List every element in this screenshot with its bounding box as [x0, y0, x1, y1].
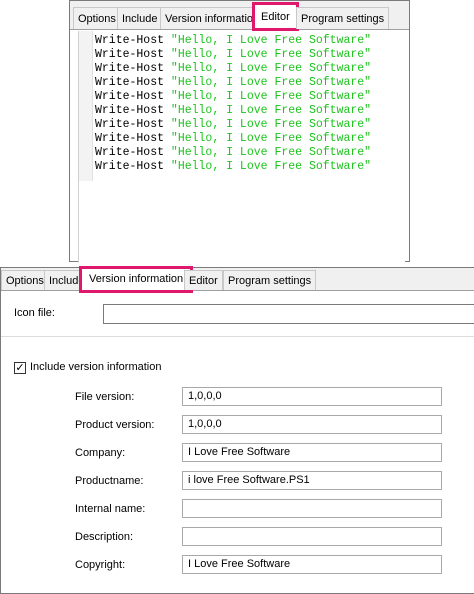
description-input[interactable] [182, 527, 442, 546]
tab-version-information[interactable]: Version information [160, 7, 265, 29]
include-version-checkbox[interactable]: ✓ [14, 362, 26, 374]
code-editor[interactable]: Write-Host "Hello, I Love Free Software"… [78, 31, 405, 263]
code-line: Write-Host "Hello, I Love Free Software" [95, 34, 372, 47]
version-info-window: Options Include Version information Edit… [0, 266, 474, 594]
copyright-label: Copyright: [75, 559, 126, 571]
icon-file-input[interactable] [103, 304, 474, 324]
editor-gutter [79, 31, 93, 181]
tab-program-settings[interactable]: Program settings [296, 7, 390, 29]
file-version-label: File version: [75, 391, 135, 403]
productname-label: Productname: [75, 475, 144, 487]
product-version-label: Product version: [75, 419, 155, 431]
tab-options[interactable]: Options [1, 270, 49, 290]
include-version-label: Include version information [30, 361, 162, 373]
code-line: Write-Host "Hello, I Love Free Software" [95, 62, 372, 75]
code-line: Write-Host "Hello, I Love Free Software" [95, 118, 372, 131]
icon-file-label: Icon file: [14, 307, 55, 319]
tab-bar: Options Include Version information Edit… [1, 266, 474, 293]
code-line: Write-Host "Hello, I Love Free Software" [95, 104, 372, 117]
internal-name-label: Internal name: [75, 503, 146, 515]
code-line: Write-Host "Hello, I Love Free Software" [95, 146, 372, 159]
code-line: Write-Host "Hello, I Love Free Software" [95, 132, 372, 145]
company-input[interactable]: I Love Free Software [182, 443, 442, 462]
copyright-input[interactable]: I Love Free Software [182, 555, 442, 574]
tab-version-information[interactable]: Version information [78, 266, 194, 293]
company-label: Company: [75, 447, 126, 459]
product-version-input[interactable]: 1,0,0,0 [182, 415, 442, 434]
code-line: Write-Host "Hello, I Love Free Software" [95, 76, 372, 89]
editor-window: Options Include Version information Edit… [69, 0, 410, 263]
productname-input[interactable]: i love Free Software.PS1 [182, 471, 442, 490]
file-version-input[interactable]: 1,0,0,0 [182, 387, 442, 406]
tab-editor[interactable]: Editor [252, 2, 299, 31]
internal-name-input[interactable] [182, 499, 442, 518]
code-line: Write-Host "Hello, I Love Free Software" [95, 48, 372, 61]
code-line: Write-Host "Hello, I Love Free Software" [95, 90, 372, 103]
tab-options[interactable]: Options [73, 7, 121, 29]
tab-editor[interactable]: Editor [184, 270, 223, 290]
code-line: Write-Host "Hello, I Love Free Software" [95, 160, 372, 173]
tab-bar: Options Include Version information Edit… [70, 1, 409, 31]
tab-include[interactable]: Include [117, 7, 163, 29]
description-label: Description: [75, 531, 134, 543]
tab-program-settings[interactable]: Program settings [223, 270, 317, 290]
separator [1, 336, 474, 337]
